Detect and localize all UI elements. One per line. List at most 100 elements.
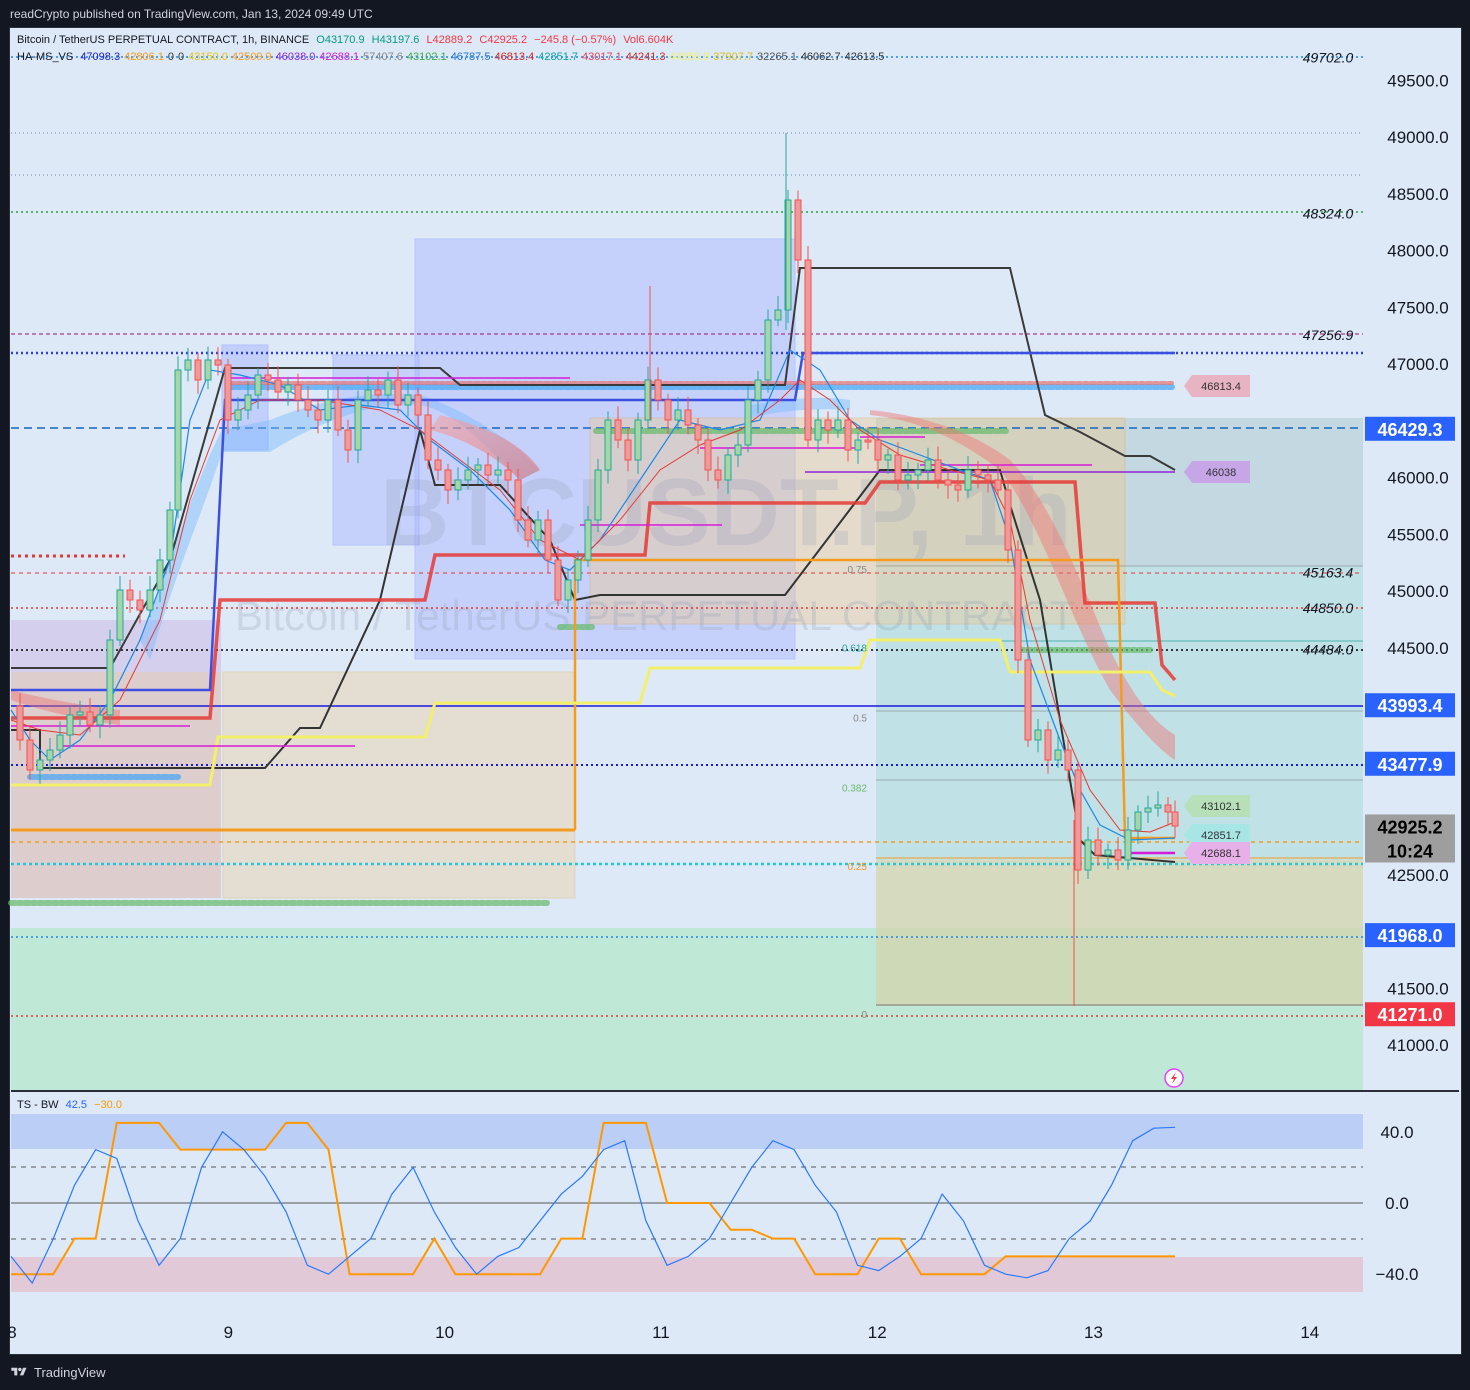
price-axis[interactable]: 49500.0 49000.0 48500.0 48000.0 47500.0 47000… [1387, 71, 1448, 1055]
osc-value-2: −30.0 [94, 1099, 122, 1111]
indicator-name: HA-MS_VS [17, 51, 74, 63]
indicator-tag-text: 43102.1 [1201, 801, 1241, 813]
candle-body [564, 579, 572, 601]
fib-label: 0.382 [842, 784, 867, 795]
candle-body [244, 394, 252, 411]
candle-body [854, 439, 862, 451]
chart-svg[interactable]: BTCUSDT.P, 1h Bitcoin / TetherUS PERPETU… [0, 0, 1470, 1390]
candle-body [464, 469, 472, 481]
footer-brand[interactable]: TradingView [0, 1356, 1470, 1390]
candle-body [56, 734, 64, 751]
indicator-value: 42613.5 [844, 51, 885, 63]
indicator-value: 46813.4 [494, 51, 535, 63]
candle-body [354, 399, 362, 451]
candle-body [534, 519, 542, 541]
candle-body [744, 399, 752, 446]
lightning-icon[interactable] [1164, 1068, 1184, 1088]
candle-body [76, 711, 84, 716]
price-tick: 45500.0 [1387, 525, 1448, 544]
candle-body [554, 559, 562, 601]
osc-axis[interactable]: 40.0 0.0 −40.0 [1375, 1123, 1418, 1284]
candle-body [1084, 839, 1092, 871]
indicator-value: 46038.0 [275, 51, 316, 63]
candle-body [36, 759, 44, 771]
candle-body [624, 439, 632, 461]
price-tick: 41000.0 [1387, 1036, 1448, 1055]
candle-body [166, 509, 174, 561]
legend-symbol: Bitcoin / TetherUS PERPETUAL CONTRACT, 1… [17, 34, 310, 46]
level-label: 45163.4 [1303, 564, 1354, 580]
price-badge-text: 43477.9 [1377, 755, 1442, 775]
time-axis[interactable]: 8 9 10 11 12 13 14 [7, 1323, 1319, 1342]
price-tick: 44500.0 [1387, 639, 1448, 658]
candle-body [974, 469, 982, 476]
candle-body [1094, 839, 1102, 856]
candle-body [384, 379, 392, 396]
candle-body [824, 419, 832, 431]
price-tick: 46000.0 [1387, 469, 1448, 488]
time-label: 12 [868, 1323, 887, 1342]
candle-body [174, 369, 182, 511]
legend-row-1[interactable]: Bitcoin / TetherUS PERPETUAL CONTRACT, 1… [17, 34, 677, 46]
level-label: 48324.0 [1303, 206, 1354, 222]
candle-body [814, 419, 822, 441]
legend-row-2[interactable]: HA-MS_VS 47098.3 42806.1 0 0 43150.0 42509.9 4… [17, 51, 888, 63]
candle-body [1124, 829, 1132, 861]
candle-body [314, 409, 322, 421]
price-badge-text: 46429.3 [1377, 420, 1442, 440]
candle-body [514, 479, 522, 521]
candle-body [954, 484, 962, 491]
candle-body [894, 454, 902, 481]
indicator-value: 0 [167, 51, 174, 63]
candle-body [664, 399, 672, 421]
candle-body [884, 454, 892, 461]
fib-label: 0.618 [842, 643, 867, 654]
candle-body [126, 589, 134, 601]
candle-body [994, 479, 1002, 491]
candle-body [634, 419, 642, 461]
level-labels: 49702.0 48324.0 47256.9 45163.4 44850.0 44484… [1303, 49, 1354, 657]
candle-body [764, 319, 772, 381]
candle-body [494, 469, 502, 476]
candle-body [424, 414, 432, 461]
candle-body [474, 464, 482, 471]
candle-body [394, 379, 402, 406]
indicator-value: 32265.1 [757, 51, 797, 63]
candle-body [704, 439, 712, 471]
price-tick: 49500.0 [1387, 71, 1448, 90]
level-label: 44484.0 [1303, 642, 1354, 658]
candle-body [804, 259, 812, 441]
price-pane[interactable]: BTCUSDT.P, 1h Bitcoin / TetherUS PERPETU… [8, 49, 1363, 1090]
candle-body [1034, 729, 1042, 741]
candle-body [374, 389, 382, 396]
candle-body [444, 469, 452, 491]
candle-body [914, 469, 922, 476]
oscillator-pane[interactable] [10, 1114, 1363, 1292]
indicator-value: 42509.9 [231, 51, 272, 63]
level-label: 47256.9 [1303, 327, 1354, 343]
time-label: 14 [1300, 1323, 1319, 1342]
oscillator-legend[interactable]: TS - BW 42.5 −30.0 [17, 1099, 126, 1111]
level-label: 44850.0 [1303, 600, 1354, 616]
candle-body [964, 469, 972, 491]
candle-body [1004, 489, 1012, 551]
indicator-value: 42806.1 [124, 51, 164, 63]
candle-body [434, 459, 442, 471]
osc-tick: 40.0 [1380, 1123, 1413, 1142]
time-label: 9 [224, 1323, 233, 1342]
indicator-tag-text: 42688.1 [1201, 848, 1241, 860]
legend-close: C42925.2 [479, 34, 528, 46]
price-tick: 42500.0 [1387, 866, 1448, 885]
legend-open: O43170.9 [316, 34, 365, 46]
indicator-value: 44959.9 [669, 51, 710, 63]
legend-high: H43197.6 [371, 34, 420, 46]
candle-body [304, 399, 312, 411]
indicator-value: 0 [177, 51, 185, 63]
candle-body [454, 479, 462, 491]
candle-body [484, 464, 492, 476]
indicator-value: 43017.1 [581, 51, 622, 63]
candle-body [794, 199, 802, 261]
candle-body [1064, 749, 1072, 771]
candle-body [904, 474, 912, 481]
candle-body [944, 479, 952, 486]
